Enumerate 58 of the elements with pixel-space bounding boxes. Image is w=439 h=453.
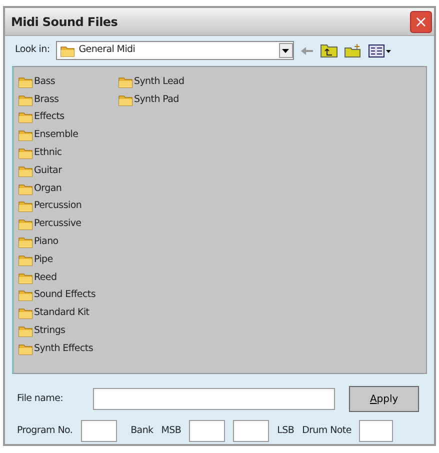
file-name-label: File name:: [17, 392, 64, 406]
folder-item[interactable]: Organ: [18, 180, 118, 198]
folder-icon: [18, 236, 33, 248]
close-button[interactable]: ×: [410, 10, 432, 32]
msb-input[interactable]: [189, 420, 226, 442]
msb-label: MSB: [161, 424, 182, 438]
folder-icon: [18, 200, 33, 212]
folder-item[interactable]: Piano: [18, 233, 118, 251]
folder-item[interactable]: Strings: [18, 322, 118, 340]
bank-label: Bank: [130, 424, 154, 438]
folder-item[interactable]: Ensemble: [18, 126, 118, 144]
folder-icon: [18, 182, 33, 195]
folder-item[interactable]: Standard Kit: [18, 304, 118, 322]
folder-item[interactable]: Percussive: [18, 215, 118, 234]
folder-item[interactable]: Percussion: [18, 198, 118, 216]
file-name-input[interactable]: [93, 388, 336, 410]
folder-item[interactable]: Sound Effects: [18, 286, 118, 304]
folder-icon: [18, 76, 33, 88]
folder-item[interactable]: Synth Effects: [18, 340, 118, 358]
folder-icon: [18, 254, 33, 266]
folder-item[interactable]: Reed: [18, 268, 118, 287]
folder-item[interactable]: Effects: [18, 108, 118, 126]
folder-icon: [118, 76, 133, 88]
folder-icon: [18, 111, 33, 124]
program-no-input[interactable]: [80, 420, 117, 442]
lsb-label: LSB: [277, 424, 294, 438]
folder-icon: [18, 129, 33, 142]
program-no-label: Program No.: [17, 424, 73, 438]
folder-icon: [18, 218, 33, 230]
folder-icon: [118, 94, 133, 106]
folder-item[interactable]: Brass: [18, 90, 118, 109]
folder-item[interactable]: Synth Pad: [118, 90, 218, 109]
folder-item[interactable]: Ethnic: [18, 144, 118, 162]
folder-icon: [18, 147, 33, 160]
look-in-dropdown[interactable]: General Midi: [56, 41, 294, 60]
folder-icon: [60, 44, 75, 56]
look-in-value: General Midi: [78, 43, 136, 58]
folder-icon: [18, 164, 33, 177]
window-title: Midi Sound Files: [11, 14, 118, 30]
folder-icon: [18, 94, 33, 106]
back-arrow-icon[interactable]: [300, 46, 314, 56]
folder-icon: [18, 289, 33, 302]
up-folder-icon[interactable]: [320, 43, 338, 58]
look-in-label: Look in:: [15, 43, 50, 58]
new-folder-icon[interactable]: [344, 43, 362, 58]
folder-icon: [18, 342, 33, 355]
view-menu-icon[interactable]: [368, 44, 392, 58]
folder-item[interactable]: Synth Lead: [118, 73, 218, 91]
lsb-input[interactable]: [233, 420, 270, 442]
drum-note-label: Drum Note: [302, 424, 352, 438]
drum-note-input[interactable]: [359, 420, 394, 442]
folder-icon: [18, 307, 33, 320]
folder-icon: [18, 325, 33, 338]
folder-item[interactable]: Bass: [18, 73, 118, 91]
apply-button[interactable]: Apply: [349, 386, 420, 412]
folder-item[interactable]: Guitar: [18, 162, 118, 180]
folder-item[interactable]: Pipe: [18, 250, 118, 269]
folder-icon: [18, 272, 33, 284]
